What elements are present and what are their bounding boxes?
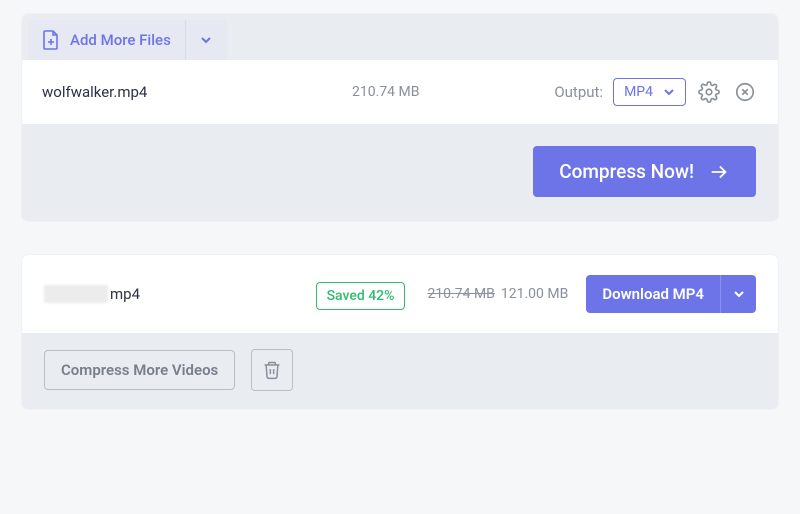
result-file-name-redacted [44,285,108,303]
file-row: wolfwalker.mp4 210.74 MB Output: MP4 [22,60,778,124]
file-plus-icon [42,30,60,50]
action-bar: Compress Now! [22,124,778,221]
upload-card: Add More Files wolfwalker.mp4 210.74 MB … [22,14,778,221]
compress-now-label: Compress Now! [559,160,694,183]
gear-icon [698,81,720,103]
saved-badge: Saved 42% [316,282,406,310]
arrow-right-icon [708,161,730,183]
upload-toolbar: Add More Files [22,14,778,60]
result-card: mp4 Saved 42% 210.74 MB 121.00 MB Downlo… [22,255,778,409]
chevron-down-icon [199,33,213,47]
result-row: mp4 Saved 42% 210.74 MB 121.00 MB Downlo… [22,255,778,333]
add-more-files-label: Add More Files [70,31,171,49]
download-button[interactable]: Download MP4 [586,275,720,313]
output-label: Output: [554,83,603,101]
chevron-down-icon [663,86,675,98]
size-comparison: 210.74 MB 121.00 MB [427,286,568,302]
result-file-name: mp4 [44,285,140,303]
output-format-select[interactable]: MP4 [613,78,686,106]
file-size: 210.74 MB [352,84,492,100]
add-more-files-button[interactable]: Add More Files [28,20,185,60]
trash-icon [262,360,282,380]
close-circle-icon [734,81,756,103]
result-file-ext: mp4 [110,285,140,303]
delete-button[interactable] [251,349,293,391]
chevron-down-icon [732,287,746,301]
original-size: 210.74 MB [427,286,494,302]
compress-now-button[interactable]: Compress Now! [533,146,756,197]
settings-button[interactable] [696,79,722,105]
compress-more-videos-button[interactable]: Compress More Videos [44,350,235,390]
output-format-value: MP4 [624,84,653,100]
result-footer: Compress More Videos [22,333,778,409]
remove-file-button[interactable] [732,79,758,105]
add-more-files-dropdown[interactable] [185,20,227,60]
new-size: 121.00 MB [501,286,568,302]
file-name: wolfwalker.mp4 [42,83,352,101]
download-dropdown[interactable] [720,275,756,313]
